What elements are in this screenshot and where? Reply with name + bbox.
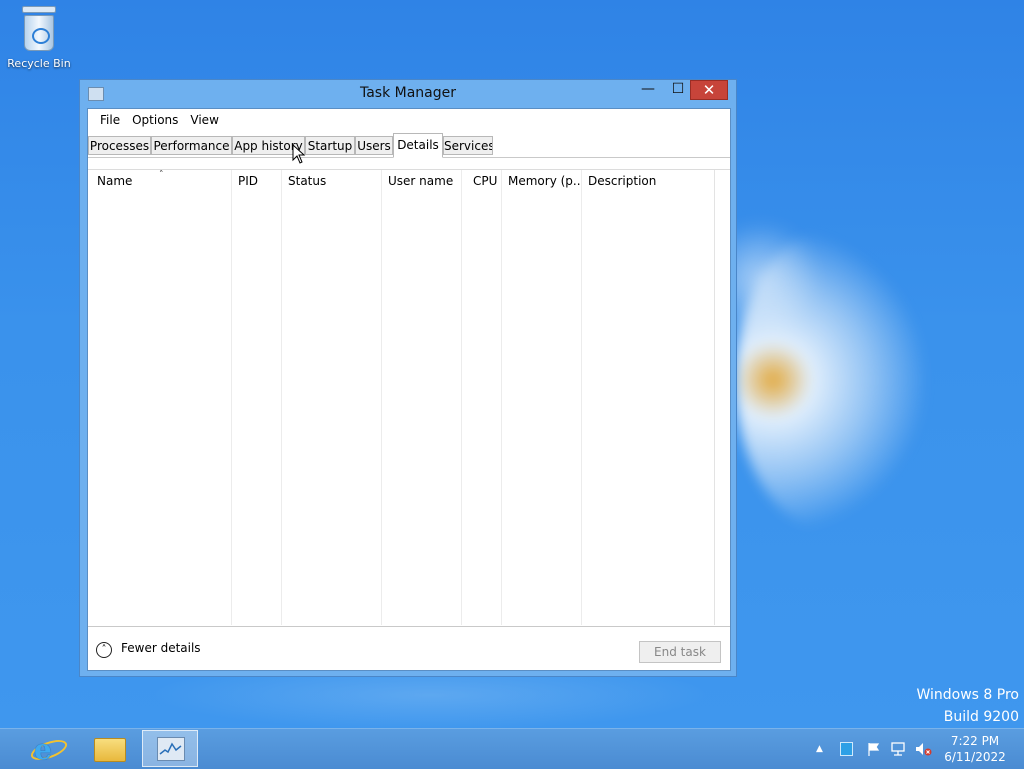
action-center-flag-icon[interactable]	[866, 741, 882, 757]
recycle-bin-shortcut[interactable]: Recycle Bin	[6, 6, 72, 70]
end-task-button[interactable]: End task	[639, 641, 721, 663]
recycle-bin-label: Recycle Bin	[7, 57, 71, 70]
column-divider[interactable]	[501, 170, 502, 625]
column-header-name[interactable]: Name ˄	[91, 170, 231, 193]
column-divider[interactable]	[381, 170, 382, 625]
fewer-details-link[interactable]: Fewer details	[121, 641, 201, 655]
maximize-button[interactable]: ☐	[664, 80, 692, 100]
clock[interactable]: 7:22 PM 6/11/2022	[935, 733, 1015, 765]
volume-muted-icon[interactable]	[914, 741, 932, 757]
folder-icon	[94, 738, 126, 762]
watermark-build: Build 9200	[943, 709, 1019, 725]
menu-file[interactable]: File	[94, 110, 126, 130]
clock-time: 7:22 PM	[950, 734, 1000, 748]
column-header-row: Name ˄ PID Status User name CPU Memory (…	[88, 170, 714, 193]
column-divider[interactable]	[231, 170, 232, 625]
column-divider[interactable]	[461, 170, 462, 625]
list-right-edge	[714, 170, 715, 625]
menu-options[interactable]: Options	[126, 110, 184, 130]
windows-watermark: Windows 8 Pro Build 9200	[916, 684, 1019, 728]
clock-date: 6/11/2022	[944, 750, 1006, 764]
tab-details[interactable]: Details	[393, 133, 443, 158]
title-bar[interactable]: Task Manager — ☐ ✕	[80, 80, 736, 108]
sort-ascending-icon: ˄	[159, 170, 164, 180]
column-header-memory[interactable]: Memory (p...	[502, 170, 582, 193]
internet-explorer-icon: e	[34, 733, 52, 766]
watermark-edition: Windows 8 Pro	[916, 687, 1019, 703]
recycle-bin-lid	[22, 6, 56, 13]
recycle-bin-icon	[24, 15, 54, 51]
column-header-pid[interactable]: PID	[232, 170, 282, 193]
show-hidden-icons-icon[interactable]: ▲	[816, 744, 823, 754]
collapse-chevron-icon[interactable]: ˄	[96, 642, 112, 658]
menu-view[interactable]: View	[184, 110, 224, 130]
network-icon[interactable]	[890, 741, 908, 757]
column-header-user-name[interactable]: User name	[382, 170, 462, 193]
performance-graph-icon	[159, 742, 182, 755]
task-manager-window: Task Manager — ☐ ✕ File Options View Pro…	[79, 79, 737, 677]
wallpaper-flower	[735, 230, 925, 530]
column-name-label: Name	[97, 174, 133, 188]
menu-bar: File Options View	[88, 109, 730, 131]
column-divider[interactable]	[281, 170, 282, 625]
taskbar-file-explorer[interactable]	[80, 730, 136, 767]
close-button[interactable]: ✕	[690, 80, 728, 100]
column-divider[interactable]	[581, 170, 582, 625]
taskbar: e ▲ 7:22 PM 6/11/2022	[0, 728, 1024, 769]
window-client-area: File Options View Processes Performance …	[87, 108, 731, 671]
tab-processes[interactable]: Processes	[88, 136, 151, 155]
tab-performance[interactable]: Performance	[151, 136, 232, 155]
footer-bar: ˄ Fewer details End task	[88, 626, 730, 672]
tab-strip: Processes Performance App history Startu…	[88, 133, 730, 158]
tab-startup[interactable]: Startup	[305, 136, 355, 155]
system-tray: ▲ 7:22 PM 6/11/2022	[810, 729, 1024, 769]
tab-services[interactable]: Services	[443, 136, 493, 155]
task-manager-icon	[157, 737, 185, 761]
column-header-status[interactable]: Status	[282, 170, 382, 193]
minimize-button[interactable]: —	[634, 80, 662, 100]
column-header-description[interactable]: Description	[582, 170, 712, 193]
recycle-symbol-icon	[32, 28, 50, 44]
desktop-toolbar-icon[interactable]	[840, 742, 853, 756]
taskbar-task-manager[interactable]	[142, 730, 198, 767]
mouse-pointer-icon	[292, 144, 306, 164]
desktop: Recycle Bin Windows 8 Pro Build 9200 Tas…	[0, 0, 1024, 728]
taskbar-internet-explorer[interactable]: e	[18, 730, 74, 767]
tab-users[interactable]: Users	[355, 136, 393, 155]
details-list[interactable]: Name ˄ PID Status User name CPU Memory (…	[88, 169, 730, 626]
